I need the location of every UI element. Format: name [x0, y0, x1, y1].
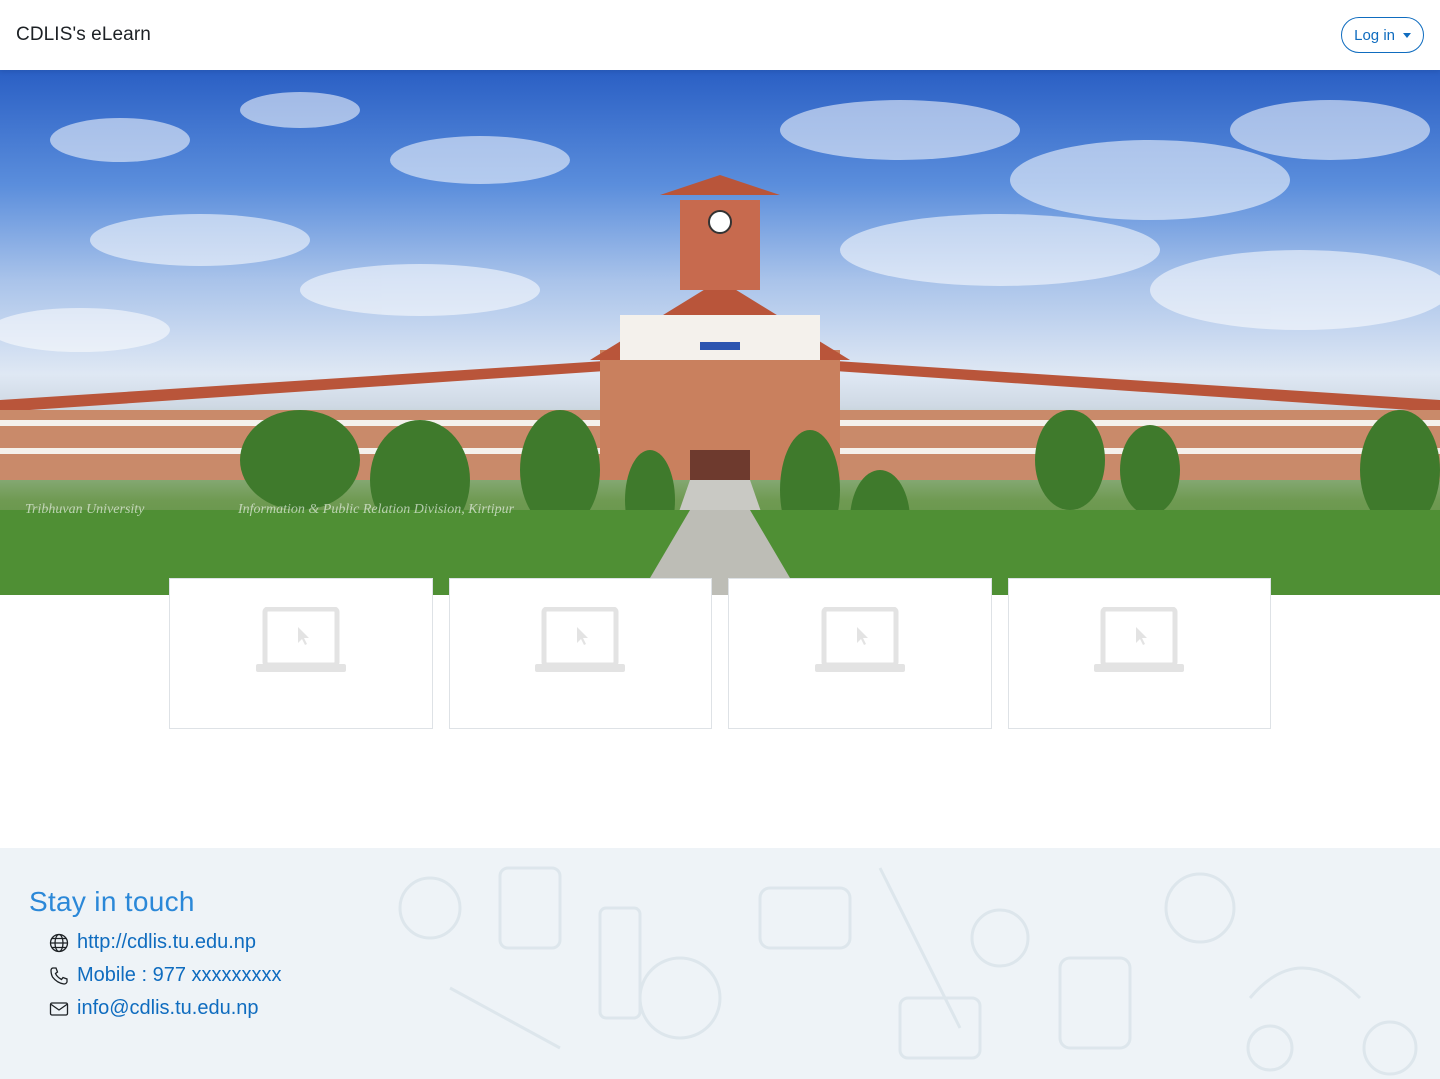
contact-mobile-row: Mobile : 977 xxxxxxxxx: [29, 959, 282, 992]
globe-icon: [48, 932, 69, 953]
laptop-icon: [255, 607, 346, 672]
footer: Stay in touch http://cdlis.tu.edu.np Mob…: [0, 848, 1440, 1079]
website-link[interactable]: http://cdlis.tu.edu.np: [77, 931, 256, 954]
site-brand-link[interactable]: CDLIS's eLearn: [16, 24, 151, 46]
contact-website-row: http://cdlis.tu.edu.np: [29, 926, 282, 959]
university-building-illustration: Tribhuvan University Information & Publi…: [0, 92, 1440, 595]
envelope-icon: [48, 998, 69, 1019]
course-card[interactable]: [728, 578, 992, 729]
watermark-right: Information & Public Relation Division, …: [237, 502, 515, 517]
laptop-icon: [1094, 607, 1185, 672]
watermark-left: Tribhuvan University: [25, 502, 145, 517]
chevron-down-icon: [1403, 32, 1411, 38]
course-card[interactable]: [169, 578, 433, 729]
phone-icon: [48, 965, 69, 986]
course-cards: [169, 578, 1271, 729]
login-label: Log in: [1354, 26, 1395, 44]
laptop-icon: [535, 607, 626, 672]
stay-in-touch-section: Stay in touch http://cdlis.tu.edu.np Mob…: [29, 886, 282, 1025]
email-link[interactable]: info@cdlis.tu.edu.np: [77, 997, 259, 1020]
course-card[interactable]: [448, 578, 712, 729]
course-card[interactable]: [1007, 578, 1271, 729]
laptop-icon: [814, 607, 905, 672]
footer-title: Stay in touch: [29, 886, 195, 917]
login-dropdown-button[interactable]: Log in: [1341, 17, 1424, 53]
hero-banner-image: Tribhuvan University Information & Publi…: [0, 70, 1440, 595]
navbar: CDLIS's eLearn Log in: [0, 0, 1440, 70]
contact-email-row: info@cdlis.tu.edu.np: [29, 992, 282, 1025]
mobile-link[interactable]: Mobile : 977 xxxxxxxxx: [77, 964, 282, 987]
